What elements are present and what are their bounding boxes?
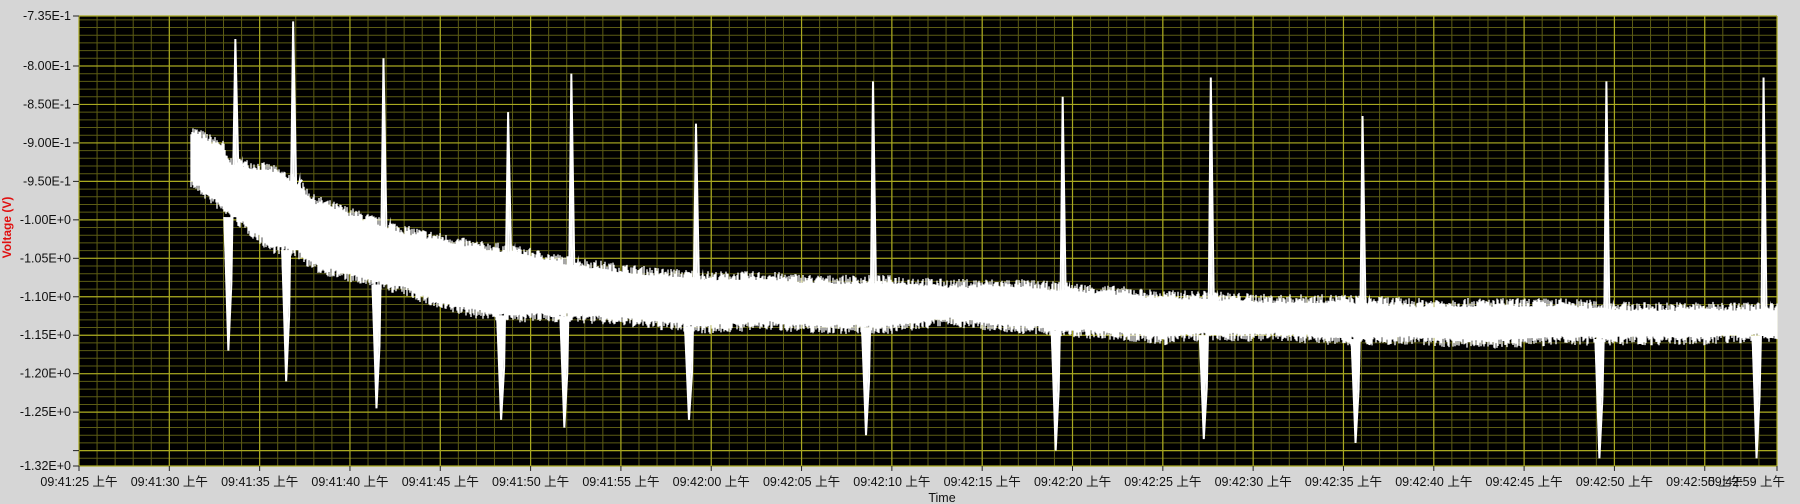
y-tick-label: -1.05E+0 xyxy=(20,251,71,265)
x-tick-label: 09:41:55 上午 xyxy=(582,475,659,489)
x-tick-label: 09:42:10 上午 xyxy=(853,475,930,489)
x-axis-ticks: 09:41:25 上午 09:41:30 上午 09:41:35 上午 09:41:4… xyxy=(40,466,1785,489)
x-tick-label: 09:42:59 上午 xyxy=(1708,475,1785,489)
x-tick-label: 09:42:05 上午 xyxy=(763,475,840,489)
y-tick-label: -1.15E+0 xyxy=(20,328,71,342)
y-axis-label: Voltage (V) xyxy=(0,197,14,259)
x-tick-label: 09:42:20 上午 xyxy=(1034,475,1111,489)
x-tick-label: 09:41:30 上午 xyxy=(131,475,208,489)
x-tick-label: 09:41:40 上午 xyxy=(311,475,388,489)
y-tick-label: -1.20E+0 xyxy=(20,367,71,381)
y-tick-label: -1.25E+0 xyxy=(20,405,71,419)
x-tick-label: 09:42:40 上午 xyxy=(1395,475,1472,489)
y-tick-label: -1.10E+0 xyxy=(20,290,71,304)
voltage-time-chart: -1.32E+0 -1.25E+0 -1.20E+0 -1.15E+0 -1.10E+0… xyxy=(0,9,1785,504)
x-tick-label: 09:41:50 上午 xyxy=(492,475,569,489)
y-tick-label: -9.00E-1 xyxy=(23,136,71,150)
x-tick-label: 09:42:00 上午 xyxy=(673,475,750,489)
x-tick-label: 09:42:50 上午 xyxy=(1576,475,1653,489)
y-tick-label: -9.50E-1 xyxy=(23,174,71,188)
y-tick-label: -1.32E+0 xyxy=(20,459,71,473)
x-tick-label: 09:42:45 上午 xyxy=(1486,475,1563,489)
x-tick-label: 09:41:25 上午 xyxy=(40,475,117,489)
x-axis-label: Time xyxy=(928,491,955,504)
x-tick-label: 09:42:35 上午 xyxy=(1305,475,1382,489)
x-tick-label: 09:41:45 上午 xyxy=(402,475,479,489)
x-tick-label: 09:42:15 上午 xyxy=(944,475,1021,489)
x-tick-label: 09:41:35 上午 xyxy=(221,475,298,489)
y-tick-label: -1.00E+0 xyxy=(20,213,71,227)
y-tick-label: -8.50E-1 xyxy=(23,97,71,111)
y-tick-label: -8.00E-1 xyxy=(23,59,71,73)
y-axis-ticks: -1.32E+0 -1.25E+0 -1.20E+0 -1.15E+0 -1.10E+0… xyxy=(20,9,79,473)
chart-window: -1.32E+0 -1.25E+0 -1.20E+0 -1.15E+0 -1.10E+0… xyxy=(0,0,1800,504)
x-tick-label: 09:42:30 上午 xyxy=(1215,475,1292,489)
y-tick-label: -7.35E-1 xyxy=(23,9,71,23)
x-tick-label: 09:42:25 上午 xyxy=(1124,475,1201,489)
